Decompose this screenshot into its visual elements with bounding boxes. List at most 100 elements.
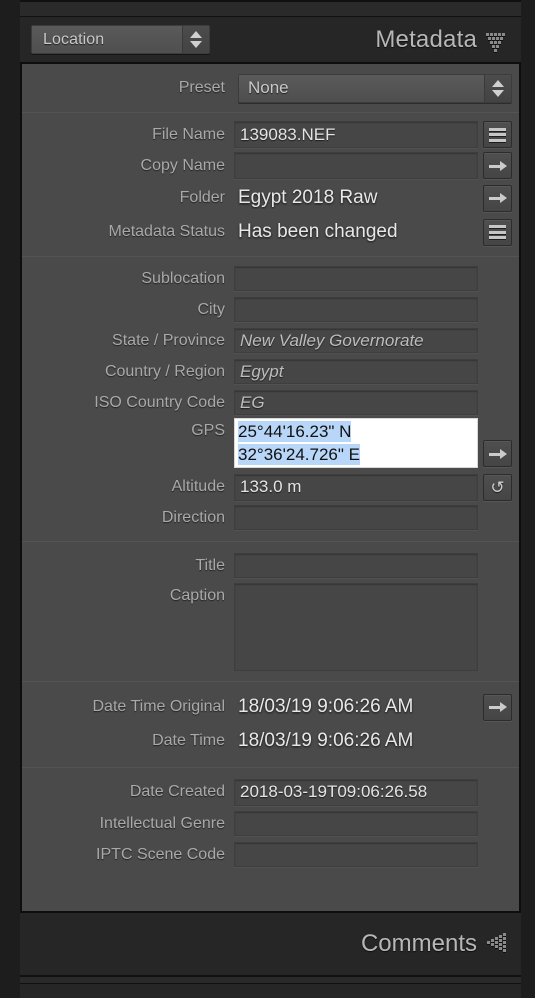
- triangle-up-icon: [492, 79, 504, 87]
- gps-line-1-text: 25°44'16.23" N: [238, 421, 352, 442]
- field-label: IPTC Scene Code: [96, 845, 225, 863]
- field-label: Metadata Status: [108, 223, 225, 240]
- field-row-country-region: Country / Region Egypt: [22, 356, 519, 387]
- field-row-iso-country-code: ISO Country Code EG: [22, 387, 519, 418]
- lightroom-right-panel: Location Metadata Preset None File Name …: [0, 0, 535, 998]
- title-input[interactable]: [234, 553, 478, 578]
- field-label: Title: [195, 556, 225, 574]
- altitude-sync-icon[interactable]: ↺: [483, 473, 512, 501]
- preset-select-value: None: [239, 74, 484, 102]
- triangle-up-icon: [190, 31, 202, 38]
- field-label: Date Created: [129, 783, 225, 800]
- field-row-copy-name: Copy Name: [22, 150, 519, 181]
- gps-input[interactable]: 25°44'16.23" N 32°36'24.726" E: [234, 418, 478, 468]
- date-time-original-arrow-right-icon[interactable]: [483, 693, 512, 721]
- field-row-state-province: State / Province New Valley Governorate: [22, 325, 519, 356]
- dotted-triangle-left-icon[interactable]: [486, 933, 508, 955]
- field-row-title: Title: [22, 550, 519, 581]
- section-iptc: Date Created 2018-03-19T09:06:26.58 Inte…: [22, 768, 519, 880]
- date-time-original-value: 18/03/19 9:06:26 AM: [238, 696, 414, 717]
- triangle-down-icon: [190, 41, 202, 48]
- section-datetime: Date Time Original 18/03/19 9:06:26 AM D…: [22, 682, 519, 767]
- page-title: Metadata: [375, 25, 477, 53]
- field-row-file-name: File Name 139083.NEF: [22, 119, 519, 150]
- altitude-input[interactable]: 133.0 m: [234, 473, 478, 501]
- copy-name-arrow-right-icon[interactable]: [483, 152, 512, 179]
- gps-line-1: 25°44'16.23" N: [235, 420, 477, 443]
- direction-input[interactable]: [234, 505, 478, 530]
- field-label: Altitude: [171, 478, 225, 495]
- preset-label: Preset: [178, 79, 225, 96]
- field-row-date-time-original: Date Time Original 18/03/19 9:06:26 AM: [22, 690, 519, 724]
- field-label: ISO Country Code: [94, 393, 225, 411]
- field-row-metadata-status: Metadata Status Has been changed: [22, 215, 519, 249]
- field-label: City: [197, 300, 225, 318]
- sublocation-input[interactable]: [234, 266, 478, 291]
- city-input[interactable]: [234, 297, 478, 322]
- country-region-input[interactable]: Egypt: [234, 359, 478, 384]
- field-label: Folder: [179, 189, 225, 206]
- intellectual-genre-input[interactable]: [234, 811, 478, 836]
- field-label: State / Province: [112, 331, 225, 349]
- preset-select[interactable]: None: [238, 73, 512, 103]
- comments-title: Comments: [360, 930, 477, 957]
- field-label: Caption: [169, 587, 225, 604]
- metadata-status-list-icon[interactable]: [483, 218, 512, 246]
- field-label: Copy Name: [140, 156, 225, 174]
- field-row-caption: Caption: [22, 583, 519, 671]
- metadata-view-selector-label: Location: [32, 26, 182, 53]
- file-name-input[interactable]: 139083.NEF: [234, 121, 478, 148]
- file-name-list-icon[interactable]: [483, 121, 512, 148]
- dotted-triangle-down-icon[interactable]: [486, 29, 508, 52]
- field-label: File Name: [152, 125, 225, 143]
- section-title-caption: Title Caption: [22, 542, 519, 681]
- date-created-input[interactable]: 2018-03-19T09:06:26.58: [234, 778, 478, 806]
- field-row-folder: Folder Egypt 2018 Raw: [22, 181, 519, 215]
- field-row-direction: Direction: [22, 502, 519, 533]
- comments-panel-header[interactable]: Comments: [20, 913, 521, 975]
- field-label: Direction: [161, 508, 225, 526]
- iptc-scene-code-input[interactable]: [234, 842, 478, 867]
- field-label: Sublocation: [141, 269, 225, 287]
- field-label: Date Time Original: [92, 698, 226, 715]
- folder-value: Egypt 2018 Raw: [238, 187, 378, 208]
- field-label: Date Time: [152, 732, 225, 749]
- field-row-city: City: [22, 294, 519, 325]
- metadata-status-value: Has been changed: [238, 221, 398, 242]
- iso-country-code-input[interactable]: EG: [234, 390, 478, 415]
- panel-top-divider: [20, 0, 521, 17]
- field-row-sublocation: Sublocation: [22, 263, 519, 294]
- folder-arrow-right-icon[interactable]: [483, 184, 512, 212]
- stepper-updown-icon[interactable]: [182, 26, 209, 53]
- triangle-down-icon: [492, 89, 504, 97]
- panel-left-gutter: [0, 0, 20, 998]
- caption-textarea[interactable]: [234, 583, 478, 671]
- metadata-panel-header: Location Metadata: [20, 17, 521, 62]
- preset-row: Preset None: [22, 64, 519, 112]
- gps-line-2: 32°36'24.726" E: [235, 443, 477, 466]
- copy-name-input[interactable]: [234, 152, 478, 179]
- state-province-input[interactable]: New Valley Governorate: [234, 328, 478, 353]
- panel-bottom-fill: [20, 984, 521, 998]
- panel-right-gutter: [521, 0, 535, 998]
- gps-arrow-right-icon[interactable]: [483, 440, 512, 467]
- gps-line-2-text: 32°36'24.726" E: [238, 444, 360, 465]
- field-row-gps: GPS 25°44'16.23" N 32°36'24.726" E: [22, 418, 519, 472]
- field-row-intellectual-genre: Intellectual Genre: [22, 808, 519, 839]
- metadata-view-selector[interactable]: Location: [31, 25, 210, 54]
- preset-stepper-icon[interactable]: [484, 74, 511, 102]
- field-row-date-time: Date Time 18/03/19 9:06:26 AM: [22, 724, 519, 758]
- field-row-date-created: Date Created 2018-03-19T09:06:26.58: [22, 776, 519, 808]
